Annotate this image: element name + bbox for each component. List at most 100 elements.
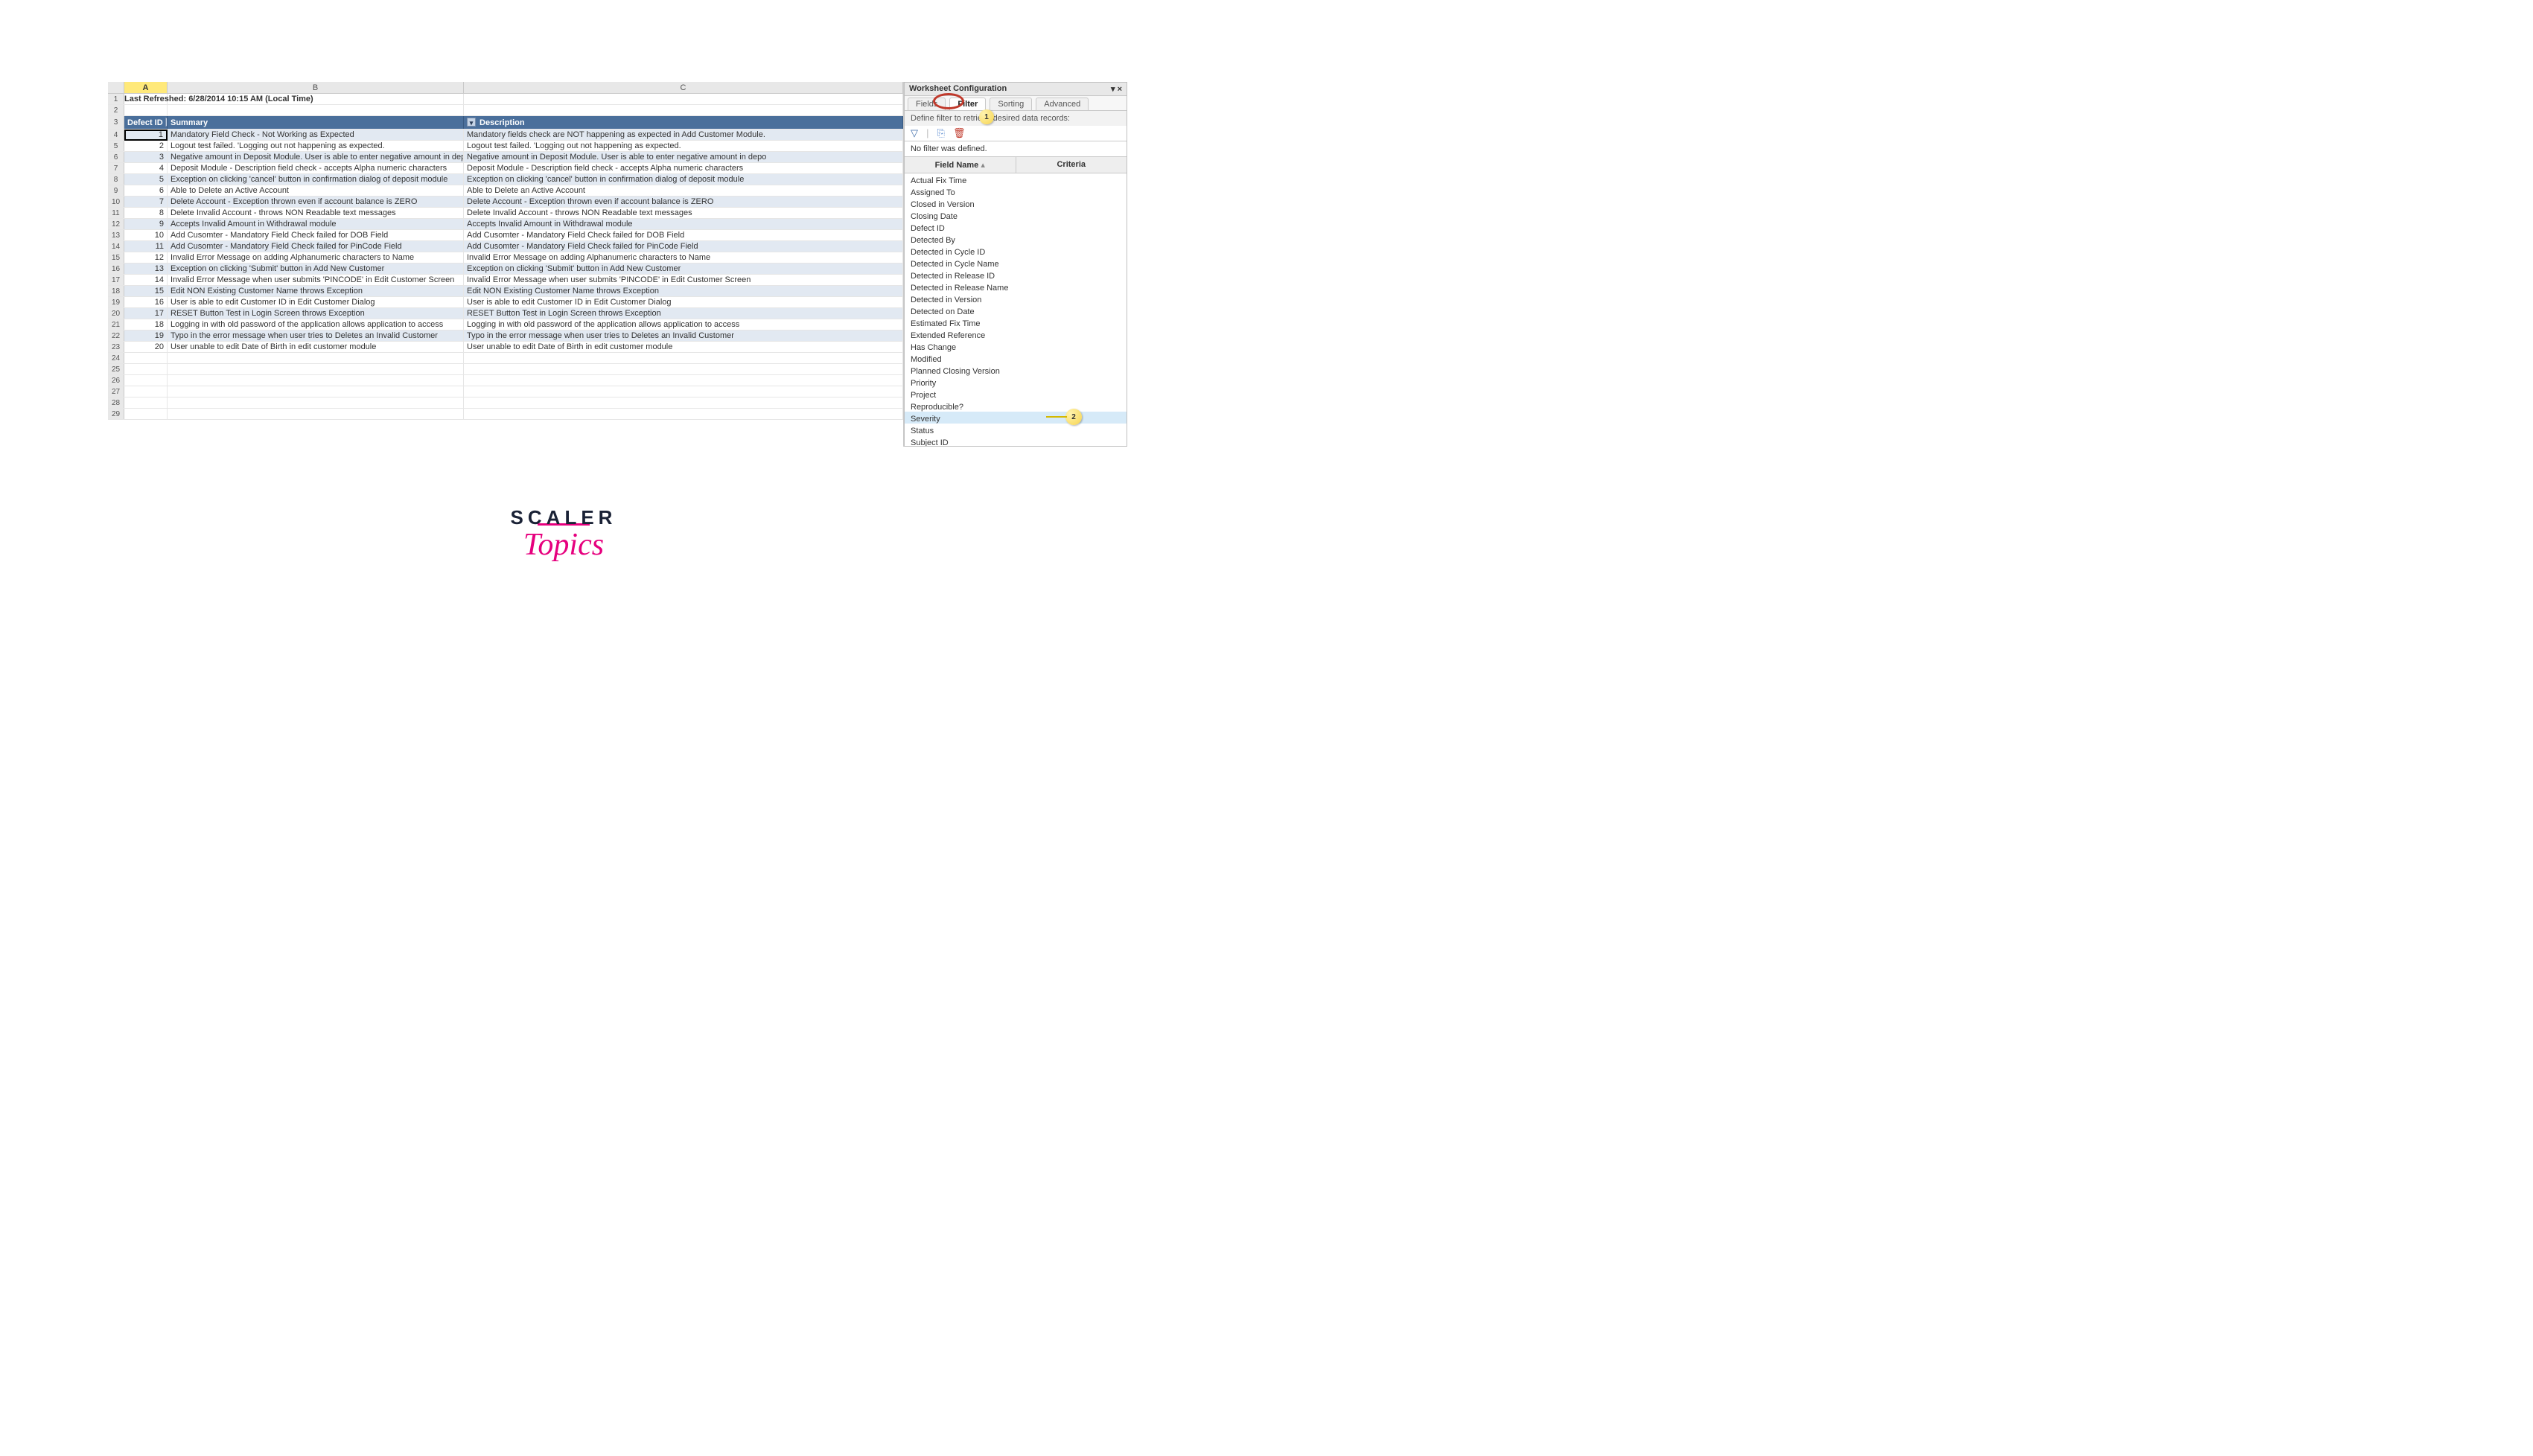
cell[interactable]: 5 <box>124 174 168 185</box>
cell[interactable]: Delete Account - Exception thrown even i… <box>168 197 464 207</box>
cell[interactable]: 11 <box>124 241 168 252</box>
cell[interactable] <box>464 409 903 419</box>
cell[interactable] <box>124 409 168 419</box>
cell[interactable]: Able to Delete an Active Account <box>168 185 464 196</box>
cell[interactable]: 10 <box>124 230 168 240</box>
tab-advanced[interactable]: Advanced <box>1036 98 1089 110</box>
tab-sorting[interactable]: Sorting <box>990 98 1032 110</box>
row-number[interactable]: 5 <box>108 141 124 151</box>
header-cell-summary[interactable]: Summary <box>168 116 464 129</box>
cell[interactable] <box>124 105 168 115</box>
cell[interactable] <box>464 105 903 115</box>
row-number[interactable]: 21 <box>108 319 124 330</box>
filter-dropdown-icon[interactable]: ▾ <box>467 118 476 127</box>
cell[interactable]: 16 <box>124 297 168 307</box>
cell[interactable]: Mandatory Field Check - Not Working as E… <box>168 130 464 140</box>
cell[interactable]: Invalid Error Message when user submits … <box>168 275 464 285</box>
row-number[interactable]: 3 <box>108 116 124 129</box>
field-list-item[interactable]: Closed in Version <box>905 197 1127 209</box>
cell[interactable] <box>124 353 168 363</box>
cell[interactable]: Logout test failed. 'Logging out not hap… <box>464 141 903 151</box>
row-number[interactable]: 9 <box>108 185 124 196</box>
tab-fields[interactable]: Fields <box>908 98 946 110</box>
fields-col-criteria[interactable]: Criteria <box>1016 157 1127 173</box>
cell[interactable]: Typo in the error message when user trie… <box>464 331 903 341</box>
cell[interactable]: Exception on clicking 'Submit' button in… <box>464 264 903 274</box>
cell[interactable]: Add Cusomter - Mandatory Field Check fai… <box>464 230 903 240</box>
row-number[interactable]: 4 <box>108 130 124 140</box>
cell[interactable]: Invalid Error Message when user submits … <box>464 275 903 285</box>
cell[interactable]: 6 <box>124 185 168 196</box>
field-list-item[interactable]: Detected in Cycle ID <box>905 245 1127 257</box>
cell[interactable]: 13 <box>124 264 168 274</box>
row-number[interactable]: 8 <box>108 174 124 185</box>
select-all-corner[interactable] <box>108 82 124 93</box>
row-number[interactable]: 15 <box>108 252 124 263</box>
cell[interactable]: Typo in the error message when user trie… <box>168 331 464 341</box>
field-list-item[interactable]: Detected in Release ID <box>905 269 1127 281</box>
cell[interactable] <box>464 94 903 104</box>
column-header-B[interactable]: B <box>168 82 464 93</box>
cell[interactable] <box>124 397 168 408</box>
field-list-item[interactable]: Detected in Release Name <box>905 281 1127 293</box>
row-number[interactable]: 25 <box>108 364 124 374</box>
row-number[interactable]: 13 <box>108 230 124 240</box>
field-list-item[interactable]: Severity <box>905 412 1127 424</box>
field-list-item[interactable]: Assigned To <box>905 185 1127 197</box>
cell[interactable]: Edit NON Existing Customer Name throws E… <box>168 286 464 296</box>
cell[interactable] <box>168 364 464 374</box>
cell[interactable] <box>464 364 903 374</box>
row-number[interactable]: 26 <box>108 375 124 386</box>
cell[interactable]: 7 <box>124 197 168 207</box>
cell[interactable] <box>124 375 168 386</box>
row-number[interactable]: 2 <box>108 105 124 115</box>
cell[interactable]: Mandatory fields check are NOT happening… <box>464 130 903 140</box>
cell[interactable]: Delete Account - Exception thrown even i… <box>464 197 903 207</box>
field-list-item[interactable]: Reproducible? <box>905 400 1127 412</box>
cell[interactable]: Invalid Error Message on adding Alphanum… <box>168 252 464 263</box>
copy-icon[interactable]: ⎘ <box>937 127 945 138</box>
cell[interactable]: Last Refreshed: 6/28/2014 10:15 AM (Loca… <box>124 94 168 104</box>
cell[interactable] <box>168 105 464 115</box>
field-list-item[interactable]: Detected in Version <box>905 293 1127 304</box>
cell[interactable]: 14 <box>124 275 168 285</box>
cell[interactable]: RESET Button Test in Login Screen throws… <box>464 308 903 319</box>
cell[interactable]: Delete Invalid Account - throws NON Read… <box>168 208 464 218</box>
field-list-item[interactable]: Detected in Cycle Name <box>905 257 1127 269</box>
field-list-item[interactable]: Detected on Date <box>905 304 1127 316</box>
row-number[interactable]: 10 <box>108 197 124 207</box>
cell[interactable]: 17 <box>124 308 168 319</box>
field-list-item[interactable]: Planned Closing Version <box>905 364 1127 376</box>
cell[interactable]: 12 <box>124 252 168 263</box>
field-list-item[interactable]: Subject ID <box>905 435 1127 446</box>
cell[interactable]: Logout test failed. 'Logging out not hap… <box>168 141 464 151</box>
row-number[interactable]: 24 <box>108 353 124 363</box>
cell[interactable] <box>168 375 464 386</box>
row-number[interactable]: 12 <box>108 219 124 229</box>
cell[interactable]: User unable to edit Date of Birth in edi… <box>168 342 464 352</box>
cell[interactable] <box>124 364 168 374</box>
panel-close-icon[interactable]: × <box>1118 85 1122 94</box>
cell[interactable]: Add Cusomter - Mandatory Field Check fai… <box>168 230 464 240</box>
row-number[interactable]: 14 <box>108 241 124 252</box>
cell[interactable]: Exception on clicking 'cancel' button in… <box>464 174 903 185</box>
cell[interactable]: Add Cusomter - Mandatory Field Check fai… <box>464 241 903 252</box>
fields-col-field-name[interactable]: Field Name ▴ <box>905 157 1016 173</box>
cell[interactable]: Deposit Module - Description field check… <box>464 163 903 173</box>
row-number[interactable]: 23 <box>108 342 124 352</box>
field-list-item[interactable]: Detected By <box>905 233 1127 245</box>
field-list-item[interactable]: Defect ID <box>905 221 1127 233</box>
column-header-C[interactable]: C <box>464 82 903 93</box>
cell[interactable]: 3 <box>124 152 168 162</box>
cell[interactable]: Exception on clicking 'cancel' button in… <box>168 174 464 185</box>
field-list-item[interactable]: Closing Date <box>905 209 1127 221</box>
cell[interactable]: Logging in with old password of the appl… <box>464 319 903 330</box>
row-number[interactable]: 18 <box>108 286 124 296</box>
cell[interactable]: 15 <box>124 286 168 296</box>
header-cell-description[interactable]: ▾ Description <box>464 116 903 129</box>
row-number[interactable]: 29 <box>108 409 124 419</box>
cell[interactable]: Invalid Error Message on adding Alphanum… <box>464 252 903 263</box>
field-list-item[interactable]: Priority <box>905 376 1127 388</box>
field-list-item[interactable]: Actual Fix Time <box>905 173 1127 185</box>
cell[interactable] <box>464 386 903 397</box>
